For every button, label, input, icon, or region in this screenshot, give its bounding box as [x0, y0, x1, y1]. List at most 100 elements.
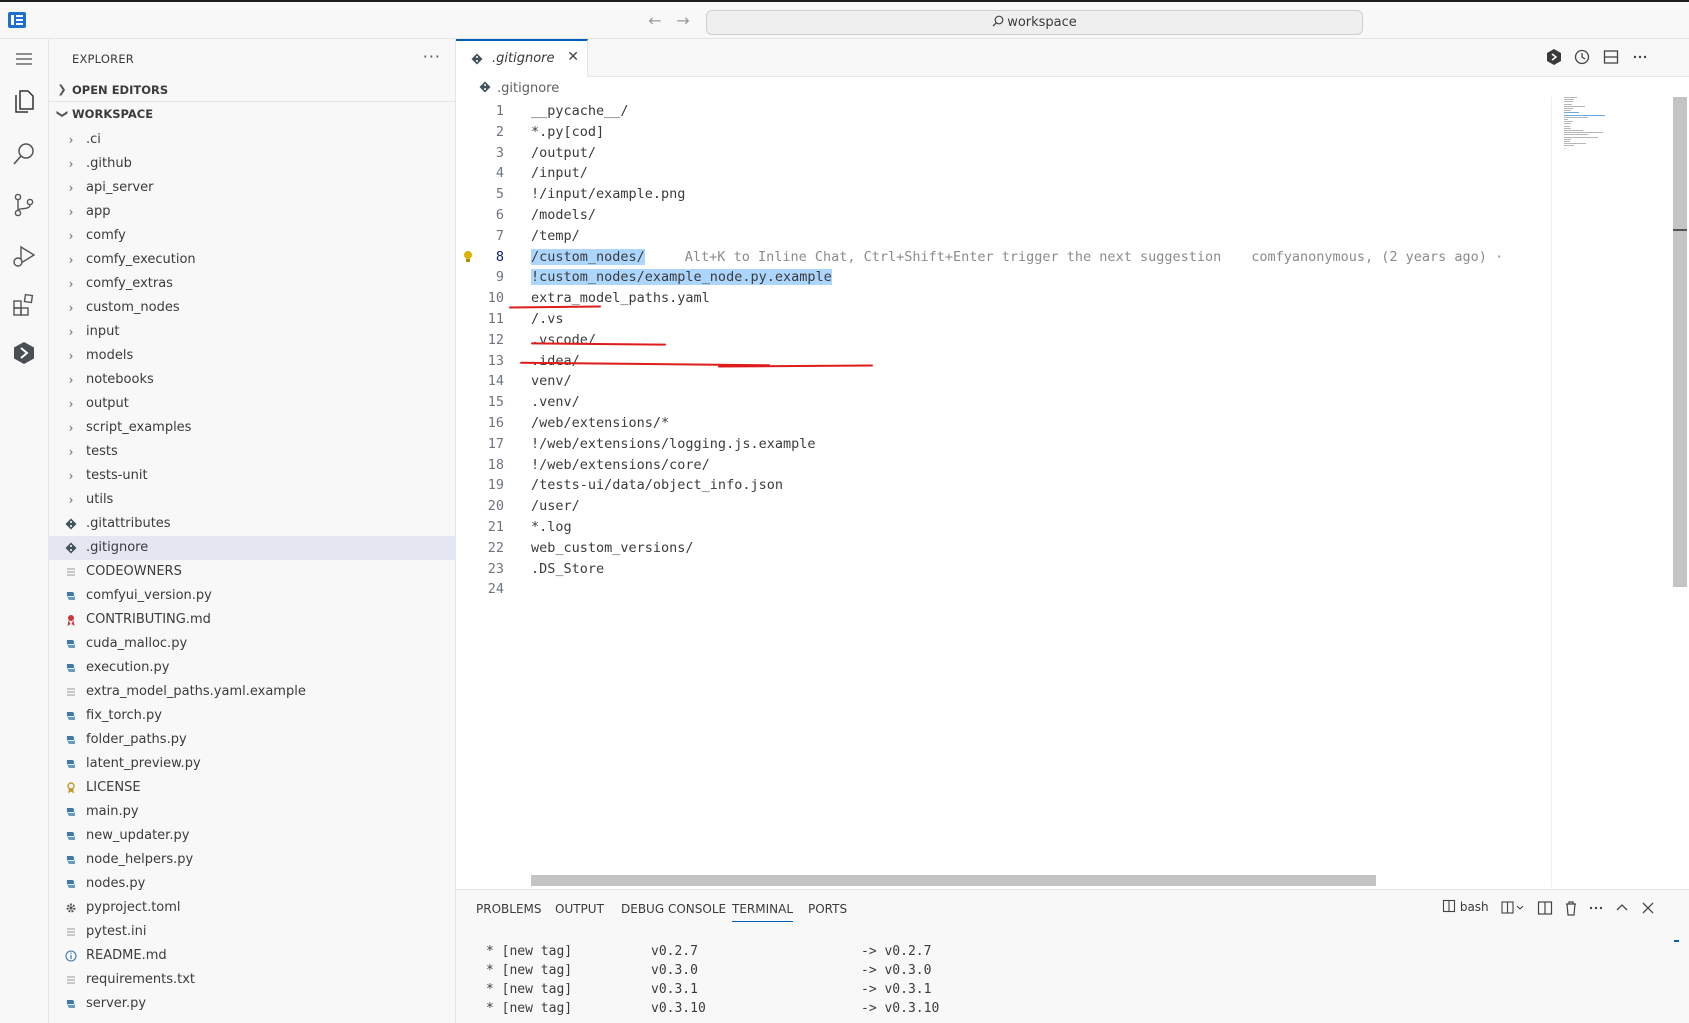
minimap[interactable] — [1551, 97, 1671, 887]
tree-folder[interactable]: › output — [49, 392, 455, 416]
breadcrumb[interactable]: .gitignore — [479, 81, 559, 101]
tree-folder[interactable]: › tests-unit — [49, 464, 455, 488]
lightbulb-icon[interactable] — [462, 250, 474, 264]
code-line[interactable]: 2 *.py[cod] — [456, 122, 1551, 143]
back-arrow-icon[interactable]: ← — [645, 11, 665, 30]
tree-file[interactable]: .gitattributes — [49, 512, 455, 536]
code-line[interactable]: 11 /.vs — [456, 309, 1551, 330]
forward-arrow-icon[interactable]: → — [673, 11, 693, 30]
tree-item-label: execution.py — [86, 660, 170, 675]
code-line[interactable]: 20/user/ — [456, 496, 1551, 517]
tree-file[interactable]: requirements.txt — [49, 968, 455, 992]
tree-folder[interactable]: › .ci — [49, 128, 455, 152]
panel-tab-ports[interactable]: PORTS — [808, 900, 847, 922]
code-line[interactable]: 18 !/web/extensions/core/ — [456, 455, 1551, 476]
tree-file[interactable]: execution.py — [49, 656, 455, 680]
extension-hexagon-icon[interactable] — [10, 339, 38, 367]
panel-tab-terminal[interactable]: TERMINAL — [732, 900, 794, 922]
code-line[interactable]: 6/models/ — [456, 205, 1551, 226]
code-line[interactable]: 13 .idea/ — [456, 351, 1551, 372]
code-line[interactable]: 4/input/ — [456, 163, 1551, 184]
extension-hexagon-icon[interactable] — [1545, 48, 1563, 66]
tree-file[interactable]: pyproject.toml — [49, 896, 455, 920]
panel-tab-debug-console[interactable]: DEBUG CONSOLE — [621, 900, 726, 922]
tree-folder[interactable]: › utils — [49, 488, 455, 512]
code-line[interactable]: 17 !/web/extensions/logging.js.example — [456, 434, 1551, 455]
code-line[interactable]: 5 !/input/example.png — [456, 184, 1551, 205]
more-actions-icon[interactable] — [1631, 48, 1649, 66]
tree-file[interactable]: main.py — [49, 800, 455, 824]
tree-folder[interactable]: › models — [49, 344, 455, 368]
tree-file[interactable]: LICENSE — [49, 776, 455, 800]
code-line[interactable]: 15 .venv/ — [456, 392, 1551, 413]
menu-icon[interactable] — [10, 45, 38, 73]
workspace-section[interactable]: ❯ WORKSPACE — [49, 103, 455, 125]
code-line[interactable]: 16/web/extensions/* — [456, 413, 1551, 434]
trash-icon[interactable] — [1562, 899, 1580, 917]
tree-file[interactable]: fix_torch.py — [49, 704, 455, 728]
tab-gitignore[interactable]: .gitignore ✕ — [456, 39, 588, 77]
tree-folder[interactable]: › comfy_execution — [49, 248, 455, 272]
horizontal-scrollbar[interactable] — [531, 875, 1376, 886]
extensions-icon[interactable] — [10, 291, 38, 319]
explorer-more-actions-icon[interactable]: ··· — [423, 47, 441, 66]
tree-folder[interactable]: › input — [49, 320, 455, 344]
code-line[interactable]: 22 web_custom_versions/ — [456, 538, 1551, 559]
tree-file[interactable]: pytest.ini — [49, 920, 455, 944]
tree-folder[interactable]: › tests — [49, 440, 455, 464]
tree-folder[interactable]: › script_examples — [49, 416, 455, 440]
tree-folder[interactable]: › api_server — [49, 176, 455, 200]
split-editor-icon[interactable] — [1602, 48, 1620, 66]
chevron-up-icon[interactable] — [1613, 899, 1631, 917]
tree-folder[interactable]: › comfy — [49, 224, 455, 248]
code-line[interactable]: 3/output/ — [456, 143, 1551, 164]
tree-folder[interactable]: › app — [49, 200, 455, 224]
history-icon[interactable] — [1573, 48, 1591, 66]
code-line[interactable]: 12 .vscode/ — [456, 330, 1551, 351]
source-control-icon[interactable] — [10, 191, 38, 219]
code-line[interactable]: 21 *.log — [456, 517, 1551, 538]
code-line[interactable]: 14 venv/ — [456, 371, 1551, 392]
split-terminal-icon[interactable] — [1536, 899, 1554, 917]
tree-file[interactable]: latent_preview.py — [49, 752, 455, 776]
tree-file[interactable]: README.md — [49, 944, 455, 968]
code-line[interactable]: 9 !custom_nodes/example_node.py.example — [456, 267, 1551, 288]
tree-file[interactable]: nodes.py — [49, 872, 455, 896]
code-line[interactable]: 23 .DS_Store — [456, 559, 1551, 580]
code-line[interactable]: 7/temp/ — [456, 226, 1551, 247]
panel-tab-problems[interactable]: PROBLEMS — [476, 900, 542, 922]
tree-file[interactable]: server.py — [49, 992, 455, 1016]
tree-file[interactable]: new_updater.py — [49, 824, 455, 848]
vertical-scrollbar[interactable] — [1673, 97, 1687, 587]
app-logo-icon[interactable] — [8, 12, 26, 28]
tree-file[interactable]: comfyui_version.py — [49, 584, 455, 608]
search-icon[interactable] — [10, 140, 38, 168]
tree-file[interactable]: CONTRIBUTING.md — [49, 608, 455, 632]
command-center-search[interactable]: workspace — [706, 10, 1363, 35]
close-icon[interactable]: ✕ — [567, 49, 579, 65]
run-debug-icon[interactable] — [10, 242, 38, 270]
code-line[interactable]: 19/tests-ui/data/object_info.json — [456, 475, 1551, 496]
code-line[interactable]: 1 __pycache__/ — [456, 101, 1551, 122]
tree-file[interactable]: node_helpers.py — [49, 848, 455, 872]
explorer-files-icon[interactable] — [10, 87, 38, 115]
terminal-shell-selector[interactable]: bash — [1442, 899, 1489, 917]
new-terminal-dropdown-icon[interactable] — [1500, 899, 1528, 917]
tree-folder[interactable]: › custom_nodes — [49, 296, 455, 320]
close-panel-icon[interactable] — [1639, 899, 1657, 917]
tree-file[interactable]: extra_model_paths.yaml.example — [49, 680, 455, 704]
tree-folder[interactable]: › .github — [49, 152, 455, 176]
code-editor[interactable]: 1 __pycache__/ 2 *.py[cod] 3/output/4/input/… — [456, 101, 1551, 600]
more-actions-icon[interactable] — [1587, 899, 1605, 917]
panel-tab-output[interactable]: OUTPUT — [555, 900, 604, 922]
tree-folder[interactable]: › notebooks — [49, 368, 455, 392]
tree-folder[interactable]: › comfy_extras — [49, 272, 455, 296]
code-line[interactable]: 24 — [456, 579, 1551, 600]
tree-file[interactable]: .gitignore — [49, 536, 455, 560]
open-editors-section[interactable]: ❯ OPEN EDITORS — [49, 79, 455, 101]
tree-file[interactable]: cuda_malloc.py — [49, 632, 455, 656]
tree-file[interactable]: CODEOWNERS — [49, 560, 455, 584]
tree-file[interactable]: folder_paths.py — [49, 728, 455, 752]
code-line[interactable]: 8/custom_nodes/Alt+K to Inline Chat, Ctr… — [456, 247, 1551, 268]
code-line[interactable]: 10 extra_model_paths.yaml — [456, 288, 1551, 309]
